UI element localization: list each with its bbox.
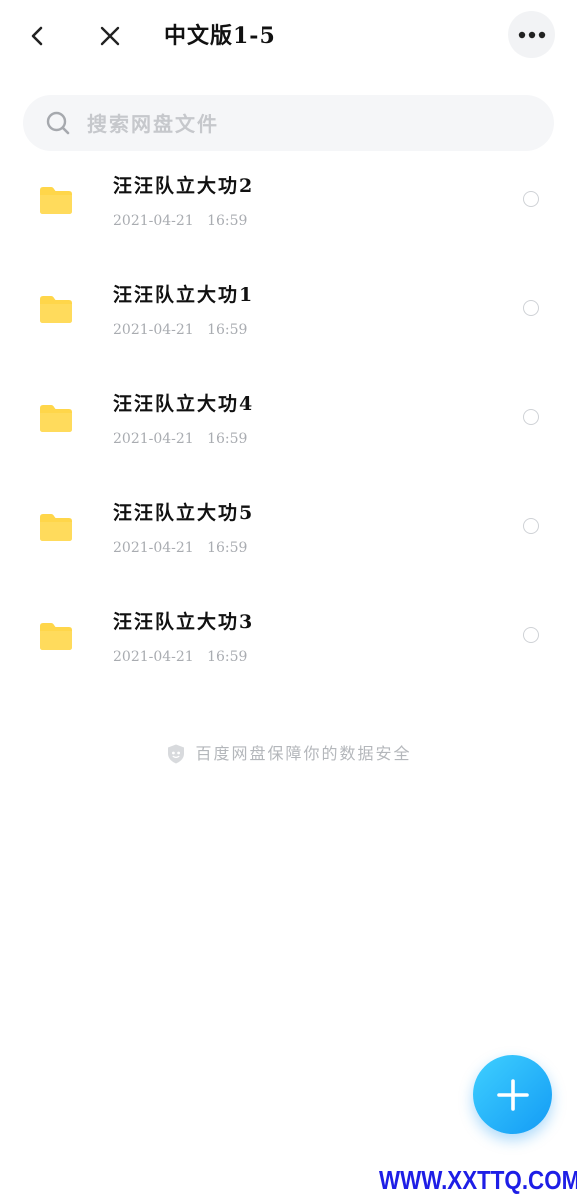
select-radio[interactable] [523, 518, 539, 534]
list-item[interactable]: 汪汪队立大功4 2021-04-21 16:59 [0, 373, 577, 482]
close-icon [100, 26, 120, 46]
list-item[interactable]: 汪汪队立大功1 2021-04-21 16:59 [0, 264, 577, 373]
plus-icon [496, 1078, 529, 1111]
more-horizontal-icon [518, 31, 545, 38]
file-name: 汪汪队立大功2 [113, 175, 255, 197]
select-radio[interactable] [523, 191, 539, 207]
security-note: 百度网盘保障你的数据安全 [0, 742, 577, 766]
folder-icon [40, 187, 72, 214]
file-meta: 2021-04-21 16:59 [113, 429, 247, 449]
security-text: 百度网盘保障你的数据安全 [195, 744, 412, 763]
folder-icon [40, 514, 72, 541]
file-time: 16:59 [207, 322, 248, 338]
file-name: 汪汪队立大功5 [113, 502, 255, 524]
select-radio[interactable] [523, 409, 539, 425]
file-meta: 2021-04-21 16:59 [113, 211, 247, 231]
search-icon [46, 111, 70, 135]
file-meta: 2021-04-21 16:59 [113, 320, 247, 340]
select-radio[interactable] [523, 627, 539, 643]
file-time: 16:59 [207, 649, 248, 665]
top-bar: 中文版1-5 [0, 0, 577, 72]
file-date: 2021-04-21 [113, 322, 194, 338]
file-date: 2021-04-21 [113, 540, 194, 556]
file-name: 汪汪队立大功1 [113, 284, 255, 306]
list-item[interactable]: 汪汪队立大功3 2021-04-21 16:59 [0, 591, 577, 700]
file-date: 2021-04-21 [113, 649, 194, 665]
watermark: WWW.XXTTQ.COM [379, 1165, 577, 1195]
search-bar[interactable] [23, 95, 554, 151]
file-list: 汪汪队立大功2 2021-04-21 16:59 汪汪队立大功1 2021-04… [0, 155, 577, 700]
search-input[interactable] [85, 103, 529, 145]
list-item[interactable]: 汪汪队立大功2 2021-04-21 16:59 [0, 155, 577, 264]
folder-icon [40, 405, 72, 432]
more-button[interactable] [508, 11, 555, 58]
file-meta: 2021-04-21 16:59 [113, 538, 247, 558]
list-item[interactable]: 汪汪队立大功5 2021-04-21 16:59 [0, 482, 577, 591]
back-button[interactable] [18, 16, 58, 56]
shield-icon [168, 744, 185, 764]
folder-icon [40, 623, 72, 650]
folder-icon [40, 296, 72, 323]
file-meta: 2021-04-21 16:59 [113, 647, 247, 667]
select-radio[interactable] [523, 300, 539, 316]
file-name: 汪汪队立大功4 [113, 393, 255, 415]
page-title: 中文版1-5 [164, 23, 276, 49]
file-time: 16:59 [207, 213, 248, 229]
file-name: 汪汪队立大功3 [113, 611, 255, 633]
close-button[interactable] [90, 16, 130, 56]
file-date: 2021-04-21 [113, 431, 194, 447]
file-date: 2021-04-21 [113, 213, 194, 229]
file-time: 16:59 [207, 540, 248, 556]
chevron-left-icon [31, 26, 43, 46]
add-button[interactable] [473, 1055, 552, 1134]
file-time: 16:59 [207, 431, 248, 447]
